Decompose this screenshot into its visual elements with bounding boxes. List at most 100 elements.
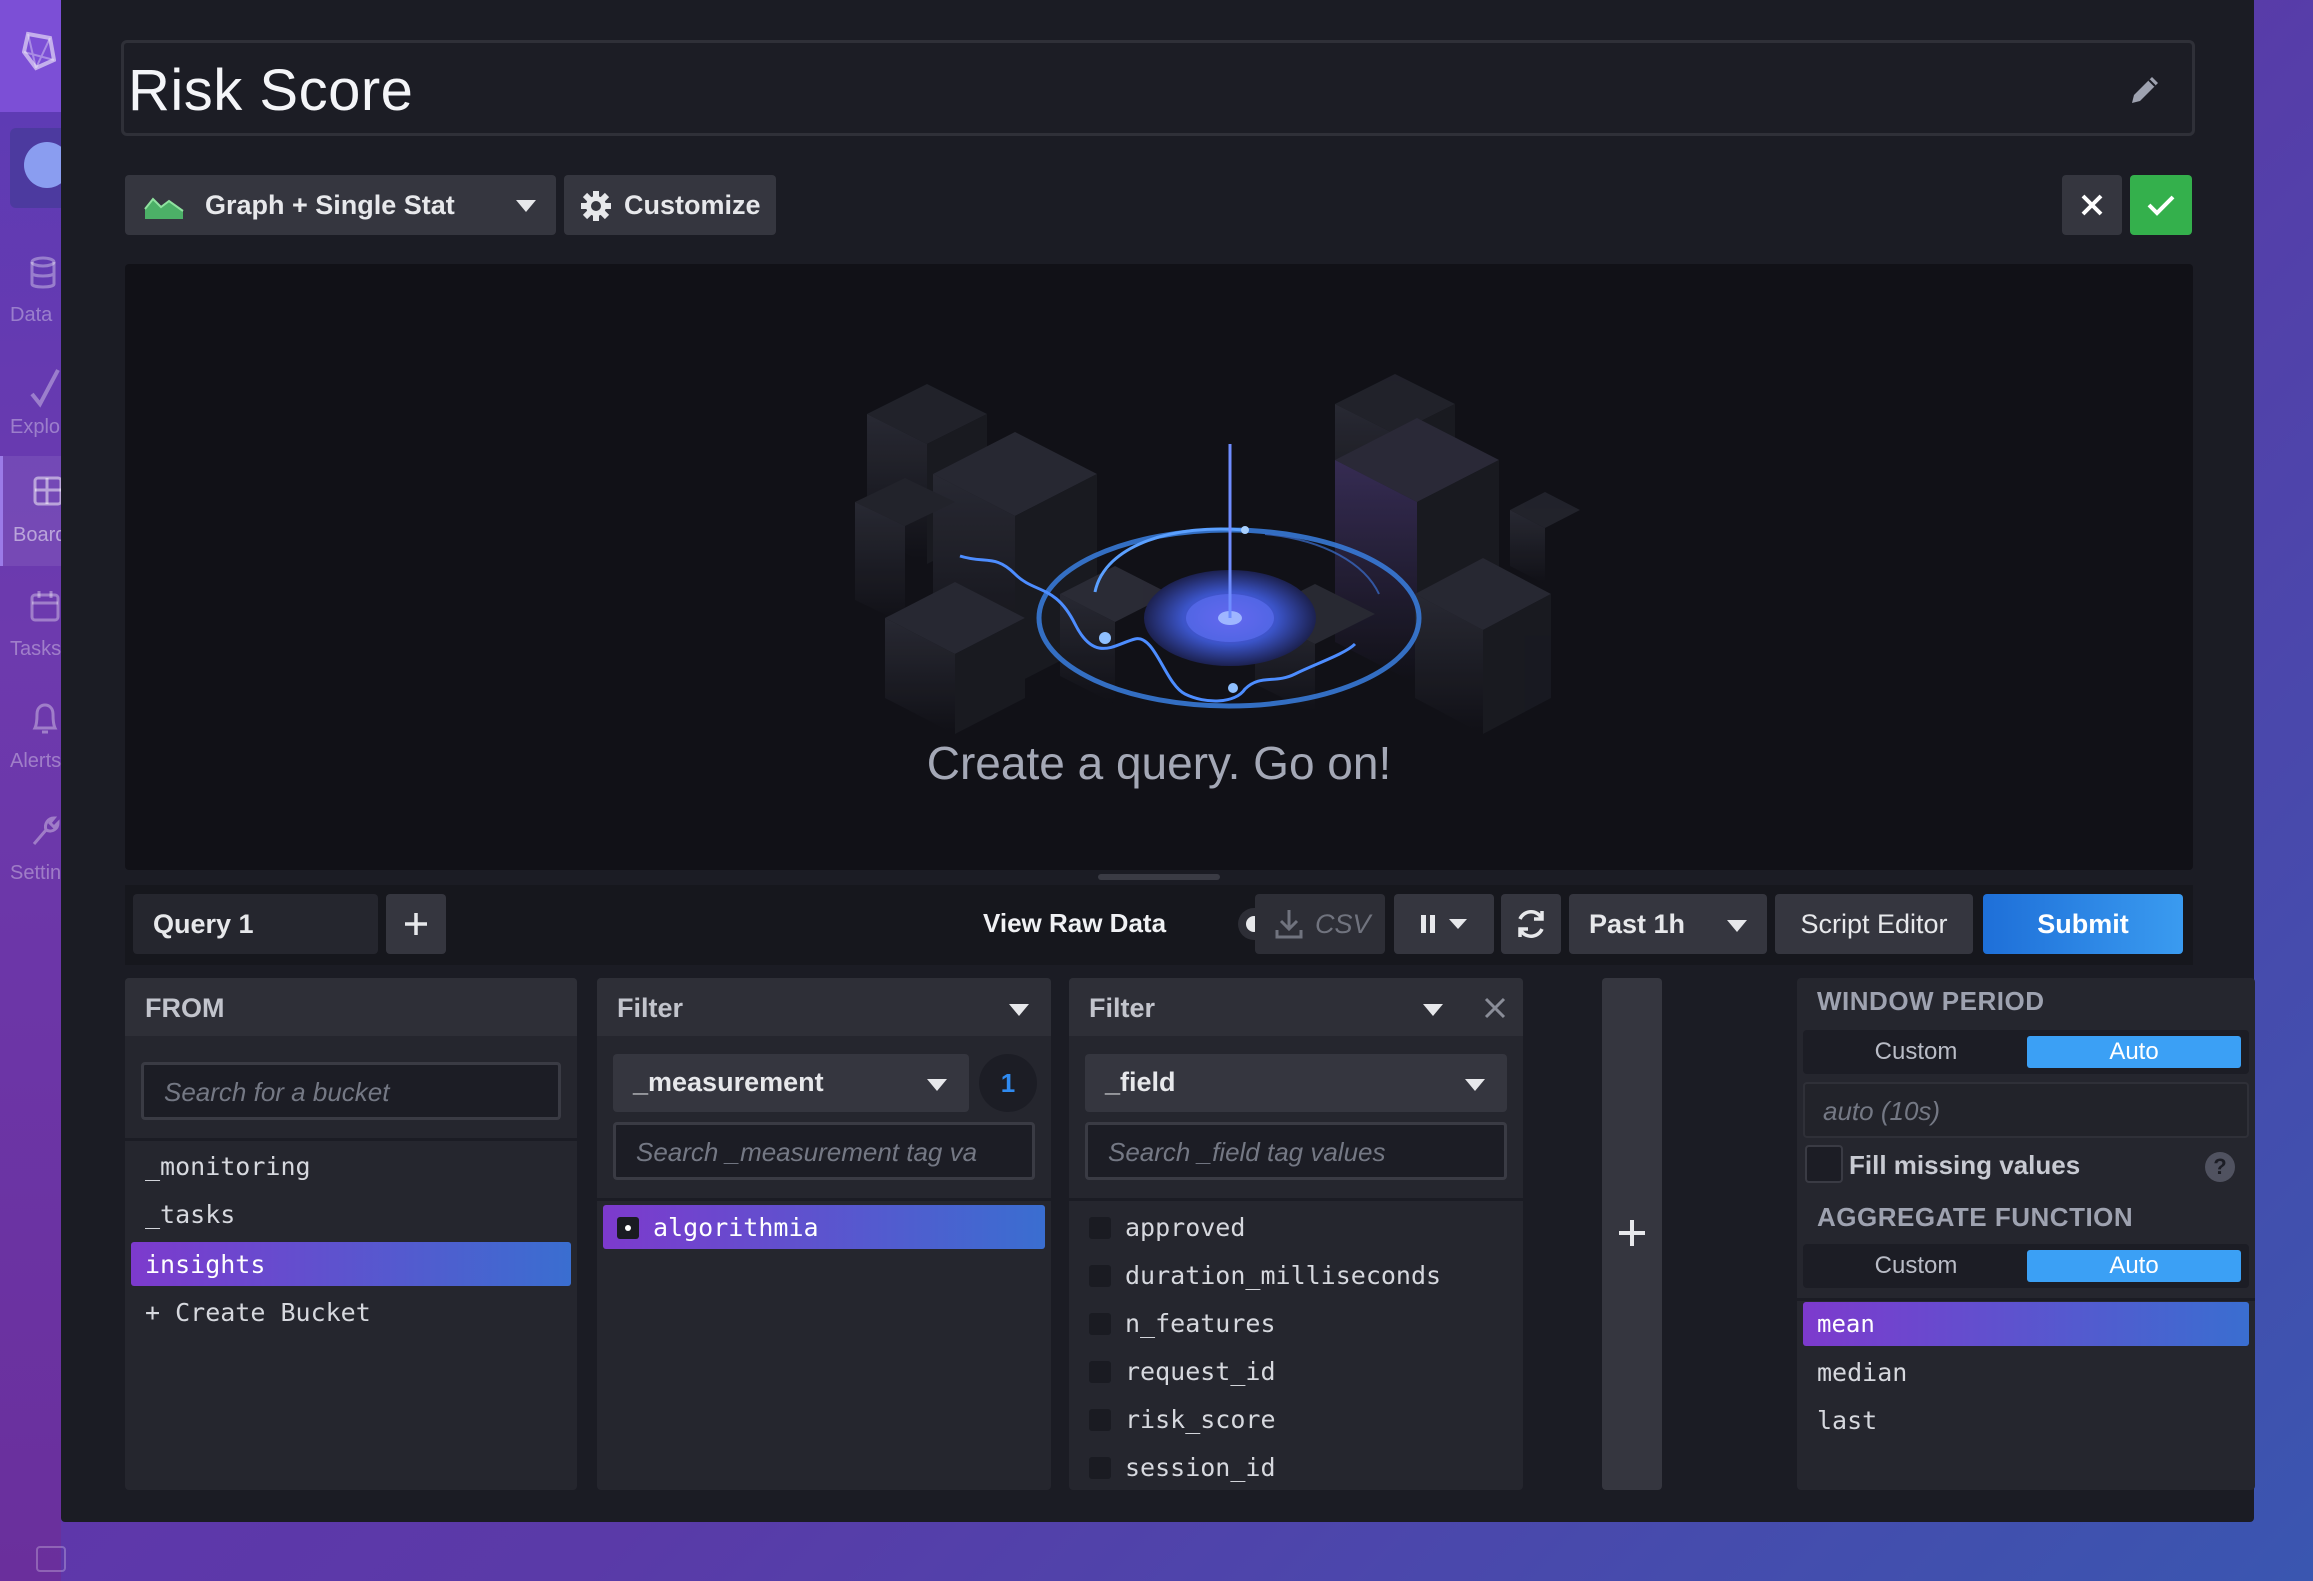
nav-item-tasks[interactable]: Tasks — [0, 570, 61, 680]
query-tab[interactable]: Query 1 — [133, 894, 378, 954]
tag-value-item[interactable]: session_id — [1075, 1445, 1517, 1489]
customize-label: Customize — [624, 189, 761, 220]
checkbox — [1089, 1409, 1111, 1431]
close-icon — [2081, 194, 2103, 216]
filter-card-title: Filter — [617, 993, 684, 1023]
aggregate-custom[interactable]: Custom — [1809, 1250, 2023, 1282]
tag-value-item[interactable]: request_id — [1075, 1349, 1517, 1393]
nav-label-alerts: Alerts — [10, 750, 62, 772]
divider — [125, 1138, 577, 1141]
download-icon — [1275, 910, 1303, 939]
cell-name-field[interactable]: Risk Score — [121, 40, 2195, 136]
tag-value-item-selected[interactable]: algorithmia — [603, 1205, 1045, 1249]
filter-card-measurement: Filter _measurement 1 Search _measuremen… — [597, 978, 1051, 1490]
cell-name: Risk Score — [128, 58, 414, 123]
aggregate-function-header: AGGREGATE FUNCTION — [1817, 1202, 2134, 1232]
nav-item-data[interactable]: Data — [0, 236, 61, 346]
checkbox — [1089, 1361, 1111, 1383]
time-range-dropdown[interactable]: Past 1h — [1569, 894, 1767, 954]
aggregate-auto[interactable]: Auto — [2027, 1250, 2241, 1282]
submit-button[interactable]: Submit — [1983, 894, 2183, 954]
cancel-button[interactable] — [2062, 175, 2122, 235]
tag-value-item[interactable]: duration_milliseconds — [1075, 1253, 1517, 1297]
tag-key-dropdown[interactable]: _measurement — [613, 1054, 969, 1112]
visualization-type-dropdown[interactable]: Graph + Single Stat — [125, 175, 556, 235]
checkbox — [1089, 1313, 1111, 1335]
checkbox — [1089, 1217, 1111, 1239]
fill-missing-checkbox[interactable] — [1805, 1145, 1843, 1183]
plus-icon — [1619, 1220, 1645, 1246]
visualization-type-label: Graph + Single Stat — [205, 189, 455, 220]
visualization-area: Create a query. Go on! — [125, 264, 2193, 870]
pencil-icon[interactable] — [2128, 73, 2162, 107]
logo-icon — [22, 31, 56, 71]
bell-icon — [32, 703, 58, 734]
calendar-icon — [30, 591, 60, 622]
from-card: FROM Search for a bucket _monitoring _ta… — [125, 978, 577, 1490]
bucket-item[interactable]: _monitoring — [131, 1144, 571, 1188]
empty-state-message: Create a query. Go on! — [926, 737, 1392, 789]
chevron-down-icon — [1727, 920, 1747, 932]
checkbox — [1089, 1457, 1111, 1479]
tag-value-item[interactable]: approved — [1075, 1205, 1517, 1249]
customize-button[interactable]: Customize — [564, 175, 776, 235]
autorefresh-dropdown[interactable] — [1394, 894, 1494, 954]
resize-handle[interactable] — [1098, 874, 1220, 880]
aggregate-panel: WINDOW PERIOD Custom Auto auto (10s) Fil… — [1797, 978, 2255, 1490]
dashboards-icon — [33, 476, 63, 506]
chevron-down-icon — [1465, 1079, 1485, 1091]
gear-icon — [581, 191, 611, 221]
tag-key-dropdown[interactable]: _field — [1085, 1054, 1507, 1112]
aggregate-function-item-selected[interactable]: mean — [1803, 1302, 2249, 1346]
nav-item-boards[interactable]: Boards — [0, 456, 76, 566]
tag-value-search-input[interactable]: Search _field tag values — [1085, 1122, 1507, 1180]
help-icon[interactable]: ? — [2205, 1152, 2235, 1182]
nav-item-explore[interactable]: Explore — [0, 348, 78, 458]
aggregate-function-item[interactable]: last — [1803, 1398, 2249, 1442]
graph-single-stat-icon — [144, 197, 184, 219]
from-card-title: FROM — [145, 993, 225, 1023]
window-period-auto[interactable]: Auto — [2027, 1036, 2241, 1068]
window-period-toggle: Custom Auto — [1803, 1030, 2249, 1074]
csv-download-button[interactable]: CSV — [1255, 894, 1385, 954]
tag-value-item[interactable]: n_features — [1075, 1301, 1517, 1345]
nav-label-data: Data — [10, 304, 53, 326]
refresh-button[interactable] — [1501, 894, 1561, 954]
create-bucket-item[interactable]: + Create Bucket — [131, 1290, 571, 1334]
chevron-down-icon — [1423, 1004, 1443, 1016]
tag-value-label: session_id — [1125, 1453, 1276, 1482]
bucket-item-selected[interactable]: insights — [131, 1242, 571, 1286]
bucket-item[interactable]: _tasks — [131, 1192, 571, 1236]
view-raw-data-label: View Raw Data — [983, 908, 1167, 938]
tag-key-label: _measurement — [633, 1067, 824, 1097]
bucket-search-input[interactable]: Search for a bucket — [141, 1062, 561, 1120]
tag-key-label: _field — [1105, 1067, 1176, 1097]
script-editor-button[interactable]: Script Editor — [1775, 894, 1973, 954]
window-period-custom[interactable]: Custom — [1809, 1036, 2023, 1068]
influx-logo[interactable] — [0, 0, 61, 112]
aggregate-function-item[interactable]: median — [1803, 1350, 2249, 1394]
selected-count-badge: 1 — [979, 1054, 1037, 1112]
cell-editor-overlay: Risk Score Graph + Single Stat Customize — [61, 0, 2255, 1522]
tag-value-item[interactable]: risk_score — [1075, 1397, 1517, 1441]
nav-item-alerts[interactable]: Alerts — [0, 682, 61, 792]
filter-card-header[interactable]: Filter — [1069, 978, 1523, 1036]
tag-value-label: risk_score — [1125, 1405, 1276, 1434]
nav-item-settings[interactable]: Settings — [0, 794, 82, 904]
filter-card-field: Filter _field Search _field tag values a… — [1069, 978, 1523, 1490]
checkbox-checked — [617, 1217, 639, 1239]
remove-filter-icon[interactable] — [1483, 996, 1507, 1020]
tag-value-search-input[interactable]: Search _measurement tag va — [613, 1122, 1035, 1180]
add-query-button[interactable] — [386, 894, 446, 954]
checkbox — [1089, 1265, 1111, 1287]
nav-label-tasks: Tasks — [10, 638, 62, 660]
refresh-icon — [1518, 910, 1544, 938]
filter-card-header[interactable]: Filter — [597, 978, 1051, 1036]
tag-value-label: n_features — [1125, 1309, 1276, 1338]
window-period-input[interactable]: auto (10s) — [1803, 1082, 2249, 1138]
time-range-label: Past 1h — [1589, 908, 1686, 939]
add-filter-button[interactable] — [1602, 978, 1662, 1490]
chevron-down-icon — [1009, 1004, 1029, 1016]
collapse-nav-icon[interactable] — [36, 1546, 66, 1572]
save-button[interactable] — [2130, 175, 2192, 235]
